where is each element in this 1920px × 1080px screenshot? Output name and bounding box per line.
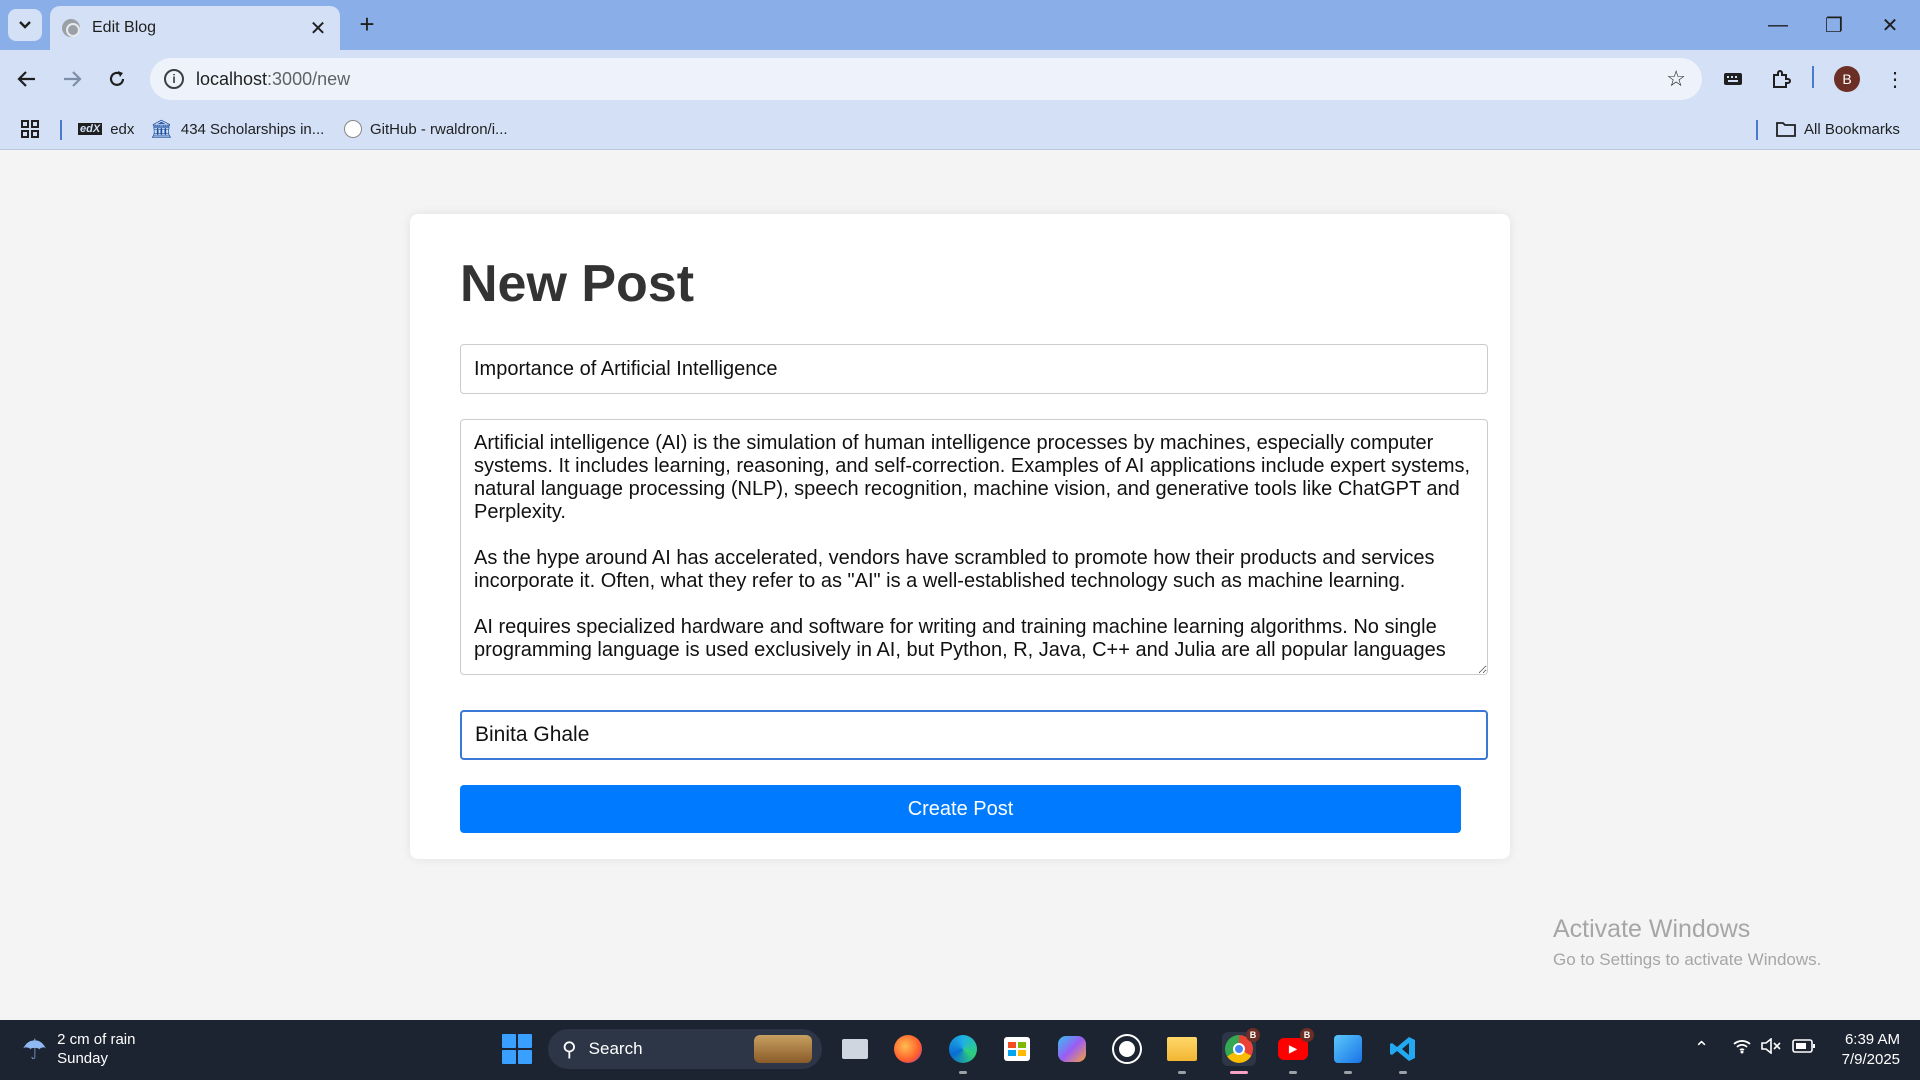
globe-icon (62, 19, 80, 37)
minimize-button[interactable]: — (1750, 0, 1806, 50)
edge-icon[interactable] (946, 1032, 980, 1074)
copilot-icon[interactable] (1055, 1032, 1089, 1066)
start-button[interactable] (502, 1034, 532, 1064)
reload-button[interactable] (100, 62, 134, 96)
chrome-badge: B (1246, 1028, 1260, 1042)
youtube-badge: B (1300, 1028, 1314, 1042)
toolbar-divider (1812, 66, 1814, 88)
new-post-card: New Post Artificial intelligence (AI) is… (410, 214, 1510, 859)
umbrella-icon: ☂ (22, 1033, 48, 1065)
reload-icon (109, 71, 125, 86)
site-info-icon[interactable]: i (164, 69, 184, 89)
title-input[interactable] (460, 344, 1488, 394)
keyboard-icon[interactable] (1718, 64, 1748, 94)
bookmark-scholarships[interactable]: 🏛 434 Scholarships in... (150, 118, 324, 140)
file-explorer-icon[interactable] (1165, 1032, 1199, 1074)
wifi-icon[interactable] (1732, 1038, 1752, 1059)
tab-strip: Edit Blog ✕ + — ❐ ✕ (0, 0, 1920, 50)
system-clock[interactable]: 6:39 AM 7/9/2025 (1830, 1030, 1900, 1070)
github-desktop-icon[interactable] (1110, 1032, 1144, 1066)
watermark-title: Activate Windows (1553, 915, 1751, 943)
all-bookmarks-label: All Bookmarks (1804, 120, 1900, 138)
page-body: New Post Artificial intelligence (AI) is… (0, 151, 1920, 1021)
tab-search-button[interactable] (8, 9, 42, 41)
tab-title: Edit Blog (92, 19, 157, 36)
bookmarks-bar: edX edx 🏛 434 Scholarships in... GitHub … (0, 108, 1920, 150)
browser-tab[interactable]: Edit Blog ✕ (50, 6, 340, 50)
content-textarea[interactable]: Artificial intelligence (AI) is the simu… (460, 419, 1488, 675)
photos-icon[interactable] (1331, 1032, 1365, 1074)
bookmark-label: 434 Scholarships in... (180, 120, 325, 138)
vscode-icon[interactable] (1386, 1032, 1420, 1074)
bookmark-label: edx (110, 120, 135, 138)
forward-button[interactable] (55, 62, 89, 96)
clock-date: 7/9/2025 (1841, 1051, 1900, 1068)
youtube-icon[interactable]: ▶ B (1276, 1028, 1314, 1074)
bookmark-star-icon[interactable]: ☆ (1666, 66, 1686, 92)
more-menu-icon[interactable]: ⋮ (1880, 64, 1910, 94)
profile-avatar[interactable]: B (1834, 66, 1860, 92)
create-post-button[interactable]: Create Post (460, 785, 1461, 833)
browser-toolbar: i localhost:3000/new ☆ ⋮ (0, 50, 1920, 108)
task-view-icon[interactable] (838, 1032, 872, 1066)
author-input[interactable] (460, 710, 1488, 760)
activate-windows-watermark: Activate Windows Go to Settings to activ… (1553, 915, 1821, 970)
windows-logo-icon (502, 1034, 516, 1048)
bookmark-github[interactable]: GitHub - rwaldron/i... (344, 118, 508, 140)
edx-icon: edX (78, 123, 103, 135)
institution-icon: 🏛 (150, 118, 173, 139)
search-icon: ⚲ (562, 1038, 577, 1061)
folder-icon (1776, 122, 1796, 137)
watermark-subtitle: Go to Settings to activate Windows. (1553, 950, 1822, 969)
volume-muted-icon[interactable] (1760, 1037, 1782, 1059)
bookmarks-divider (60, 120, 62, 140)
show-hidden-icons-chevron[interactable]: ⌃ (1694, 1038, 1709, 1059)
page-title: New Post (460, 255, 695, 313)
clock-time: 6:39 AM (1844, 1031, 1900, 1048)
apps-grid-icon[interactable] (20, 118, 40, 140)
arrow-right-icon (64, 71, 82, 87)
windows-taskbar: ☂ 2 cm of rain Sunday ⚲ Search B ▶ B ⌃ 6… (0, 1020, 1920, 1080)
close-tab-icon[interactable]: ✕ (308, 16, 328, 41)
battery-icon[interactable] (1792, 1038, 1816, 1059)
all-bookmarks[interactable]: All Bookmarks (1776, 118, 1900, 140)
github-icon (344, 120, 362, 138)
chevron-down-icon (19, 21, 31, 29)
url-host: localhost (196, 68, 268, 89)
taskbar-search[interactable]: ⚲ Search (548, 1029, 822, 1069)
back-button[interactable] (10, 62, 44, 96)
search-highlight-image (754, 1035, 812, 1063)
bookmarks-divider (1756, 120, 1758, 140)
new-tab-button[interactable]: + (352, 10, 382, 40)
url-path: :3000/new (267, 68, 351, 89)
weather-day: Sunday (57, 1050, 108, 1067)
address-bar[interactable]: i localhost:3000/new ☆ (150, 58, 1702, 100)
chrome-icon[interactable]: B (1222, 1028, 1260, 1074)
store-icon[interactable] (1000, 1032, 1034, 1066)
bookmark-edx[interactable]: edX edx (78, 118, 134, 140)
close-window-button[interactable]: ✕ (1862, 0, 1918, 50)
restore-button[interactable]: ❐ (1806, 0, 1862, 50)
search-label: Search (588, 1039, 643, 1058)
arrow-left-icon (17, 71, 35, 87)
weather-condition: 2 cm of rain (57, 1031, 136, 1048)
weather-widget[interactable]: ☂ 2 cm of rain Sunday (22, 1030, 135, 1068)
extensions-icon[interactable] (1766, 64, 1796, 94)
bookmark-label: GitHub - rwaldron/i... (370, 120, 508, 138)
firefox-icon[interactable] (891, 1032, 925, 1066)
